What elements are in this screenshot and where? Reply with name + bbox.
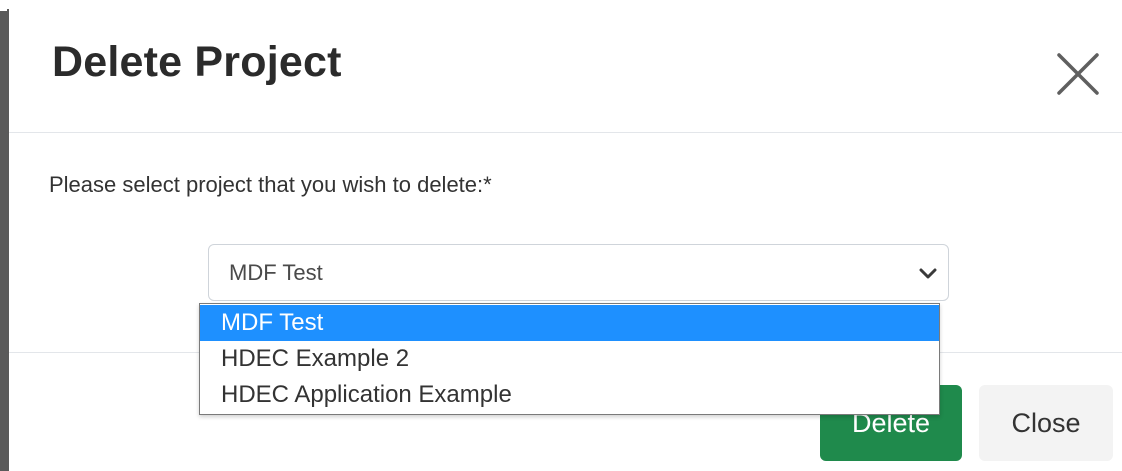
modal-title: Delete Project: [52, 38, 342, 86]
project-select-value: MDF Test: [229, 260, 323, 285]
close-button[interactable]: Close: [979, 385, 1113, 461]
modal-header: Delete Project: [9, 0, 1122, 133]
close-icon[interactable]: [1055, 51, 1101, 97]
project-select[interactable]: MDF Test: [208, 244, 949, 301]
chevron-down-icon: [919, 267, 937, 279]
dropdown-option-mdf-test[interactable]: MDF Test: [200, 305, 939, 341]
dropdown-option-hdec-application-example[interactable]: HDEC Application Example: [200, 377, 939, 413]
project-select-label: Please select project that you wish to d…: [49, 172, 492, 197]
page: Delete Project Please select project tha…: [0, 0, 1122, 471]
background-page-edge: [0, 0, 9, 471]
project-select-dropdown: MDF Test HDEC Example 2 HDEC Application…: [199, 303, 940, 415]
dropdown-option-hdec-example-2[interactable]: HDEC Example 2: [200, 341, 939, 377]
